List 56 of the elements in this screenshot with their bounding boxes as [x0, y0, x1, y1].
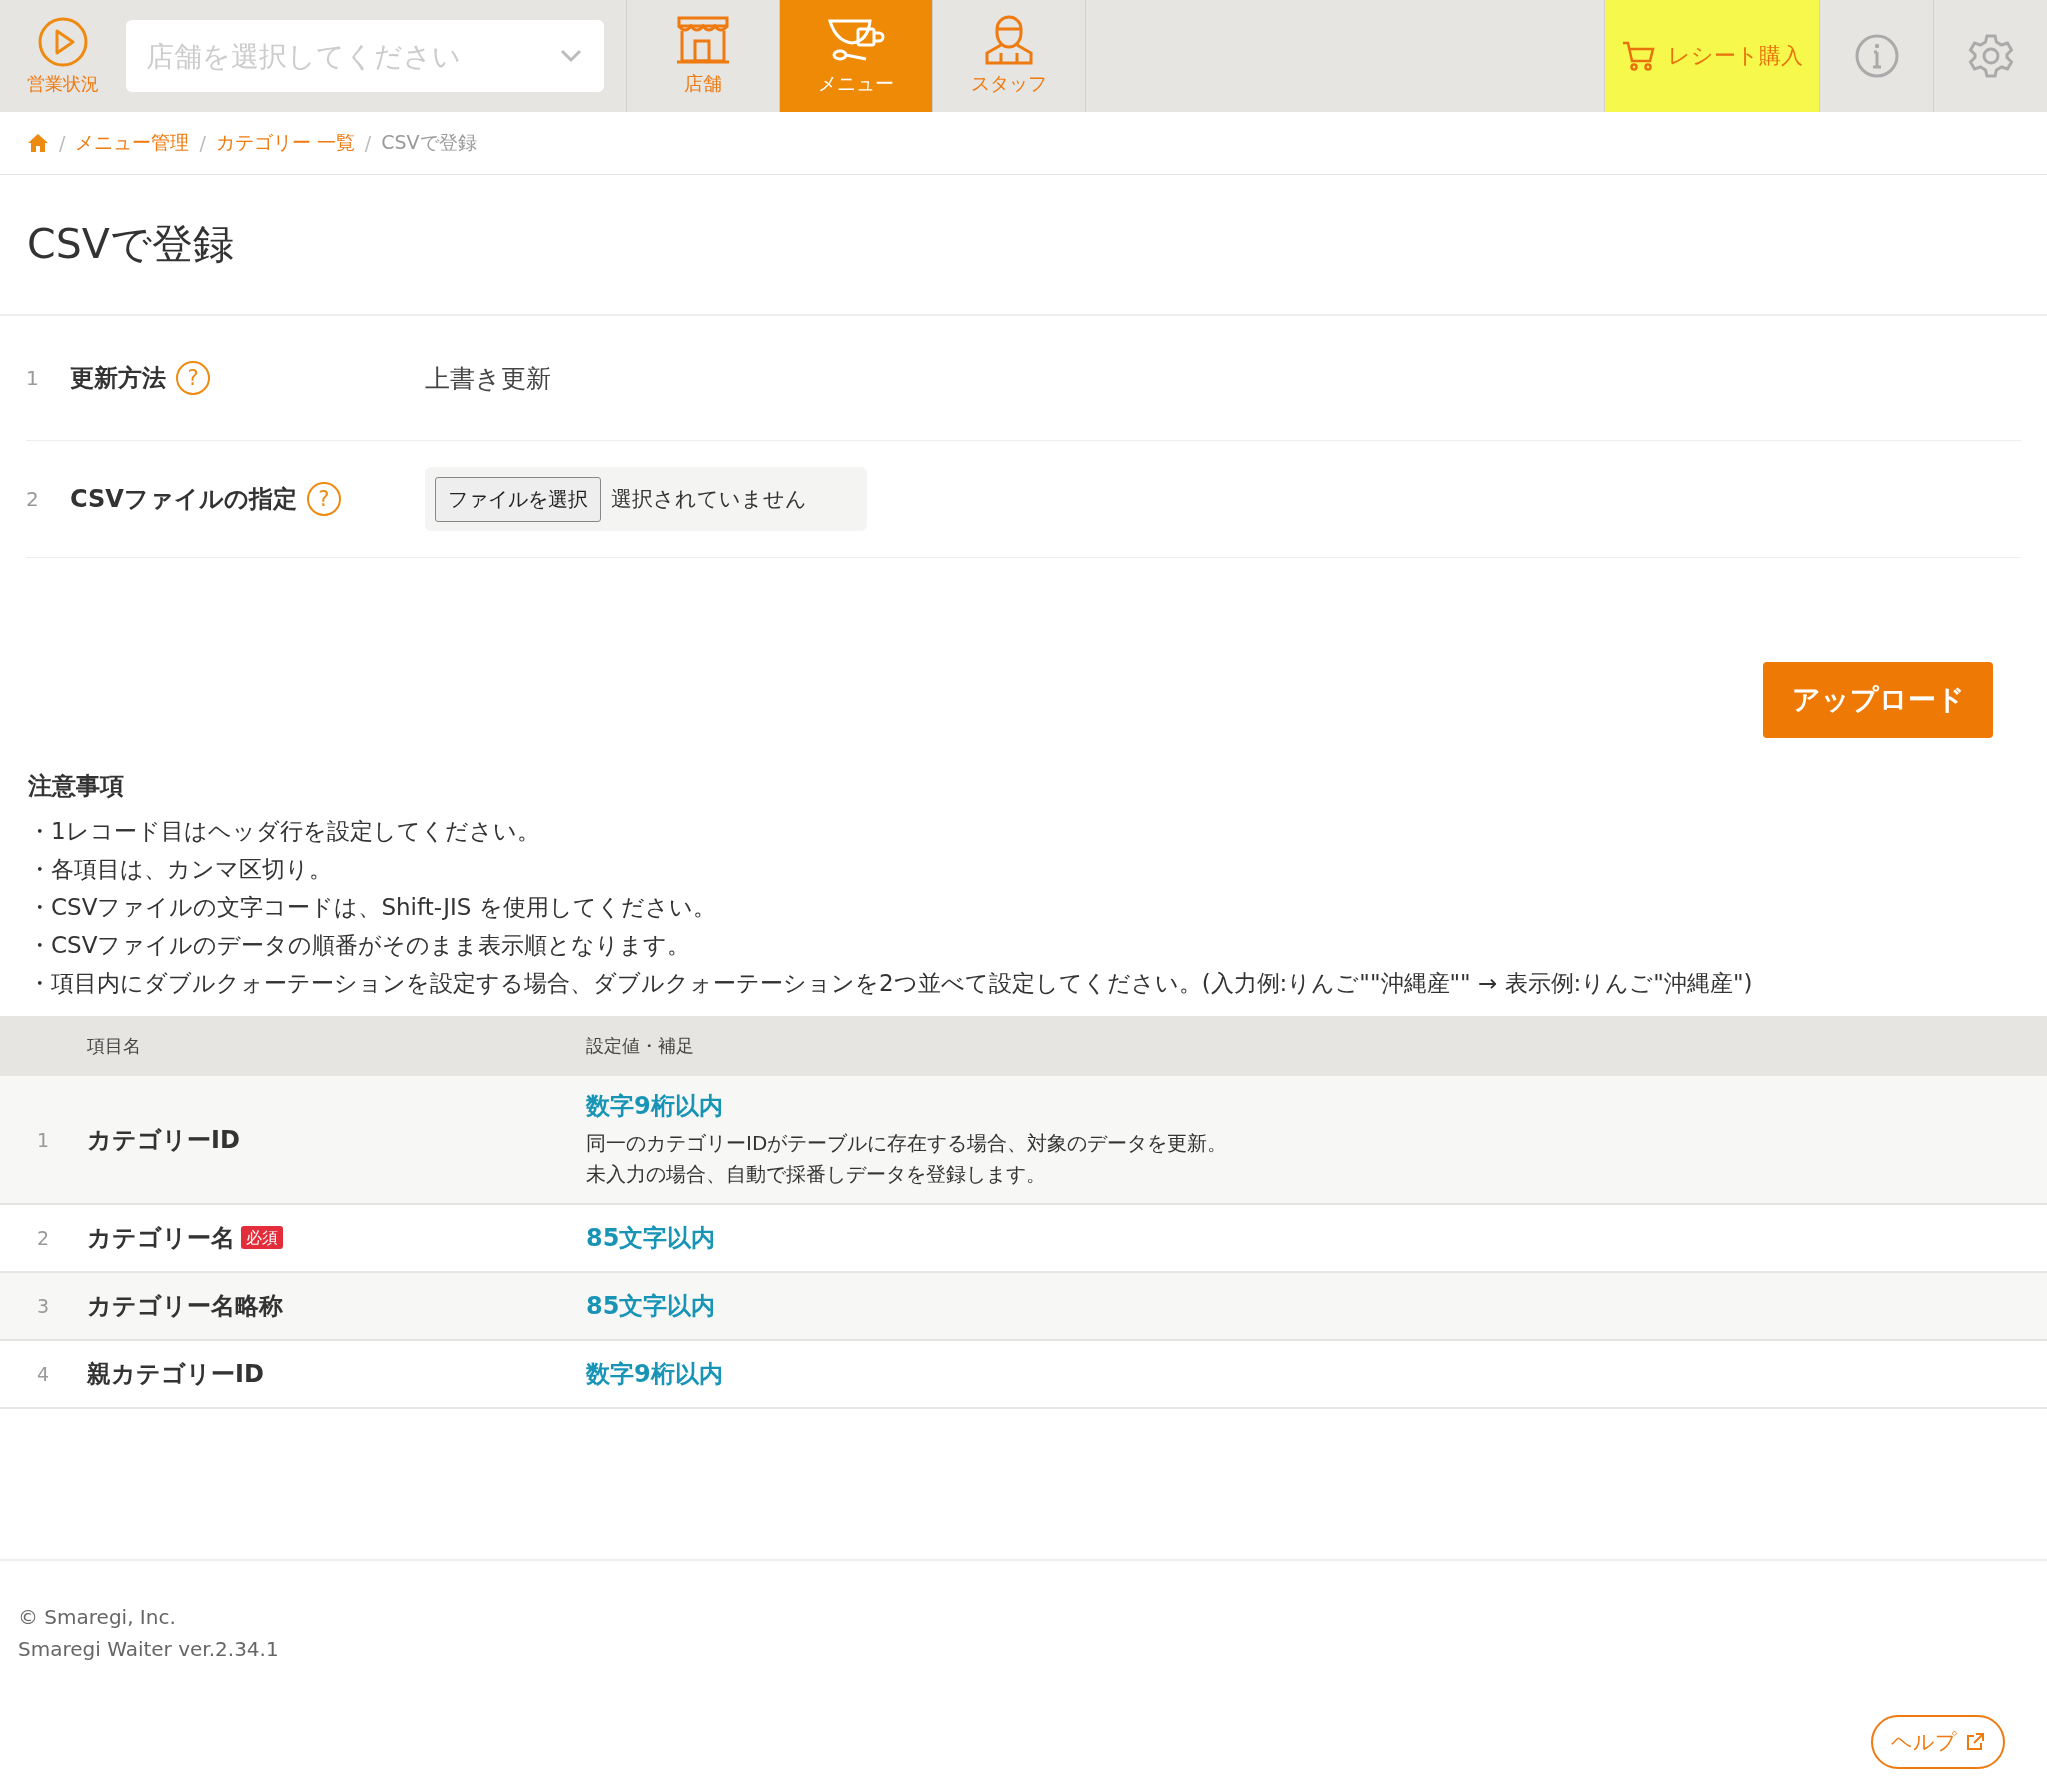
row-number: 4: [0, 1340, 86, 1408]
nav-tab[interactable]: 店舗: [627, 0, 780, 112]
status-button[interactable]: 営業状況: [0, 0, 126, 112]
field-name: カテゴリーID: [87, 1125, 240, 1154]
note-text: ・項目内にダブルクォーテーションを設定する場合、ダブルクォーテーションを2つ並べて設定してください。(入力例:りんご""沖縄産"" → 表示例:りんご"沖縄産"): [28, 969, 1754, 998]
nav-tab[interactable]: スタッフ: [933, 0, 1086, 112]
help-icon[interactable]: ?: [306, 482, 341, 516]
row-number: 1: [26, 366, 40, 390]
info-icon: [1853, 33, 1900, 79]
cart-icon: [1621, 41, 1656, 71]
receipt-purchase-button[interactable]: レシート購入: [1604, 0, 1819, 112]
field-limit: 85文字以内: [586, 1223, 717, 1254]
breadcrumb-link[interactable]: メニュー管理: [75, 130, 190, 156]
notes-heading: 注意事項: [28, 771, 125, 802]
column-header: 設定値・補足: [585, 1016, 2047, 1076]
row-number: 2: [0, 1204, 86, 1272]
help-icon[interactable]: ?: [176, 361, 210, 395]
breadcrumb-separator: /: [59, 132, 66, 154]
row-number: 1: [0, 1076, 86, 1204]
chevron-down-icon: [560, 49, 582, 63]
storefront-icon: [675, 15, 731, 65]
breadcrumb-separator: /: [364, 132, 372, 154]
field-label: 更新方法: [70, 363, 166, 394]
breadcrumb-separator: /: [199, 132, 206, 154]
page-title: CSVで登録: [0, 175, 2047, 316]
play-icon: [37, 16, 89, 68]
file-input-field[interactable]: ファイルを選択 選択されていません: [425, 467, 867, 531]
settings-icon: [1966, 32, 2015, 80]
breadcrumb-current: CSVで登録: [381, 130, 477, 155]
upload-button[interactable]: アップロード: [1763, 662, 1993, 738]
version-text: Smaregi Waiter ver.2.34.1: [18, 1636, 280, 1663]
field-note: 同一のカテゴリーIDがテーブルに存在する場合、対象のデータを更新。: [586, 1129, 1229, 1157]
field-value: 上書き更新: [425, 363, 551, 393]
note-text: ・各項目は、カンマ区切り。: [28, 855, 333, 884]
choose-file-button[interactable]: ファイルを選択: [435, 476, 601, 522]
field-limit: 85文字以内: [586, 1291, 717, 1322]
note-text: ・1レコード目はヘッダ行を設定してください。: [28, 817, 541, 846]
note-text: ・CSVファイルの文字コードは、Shift-JIS を使用してください。: [28, 893, 717, 922]
row-number: 3: [0, 1272, 86, 1340]
external-link-icon: [1965, 1732, 1985, 1752]
note-text: ・CSVファイルのデータの順番がそのまま表示順となります。: [28, 931, 692, 960]
column-header: 項目名: [86, 1016, 585, 1076]
field-name: カテゴリー名略称: [87, 1292, 283, 1320]
field-limit: 数字9桁以内: [586, 1090, 724, 1122]
field-name: カテゴリー名: [87, 1224, 235, 1252]
help-button[interactable]: ヘルプ: [1871, 1715, 2005, 1769]
home-icon[interactable]: [27, 133, 49, 153]
breadcrumb-link[interactable]: カテゴリー 一覧: [215, 130, 355, 156]
field-limit: 数字9桁以内: [586, 1359, 724, 1390]
field-note: 未入力の場合、自動で採番しデータを登録します。: [586, 1160, 1047, 1188]
field-label: CSVファイルの指定: [70, 484, 297, 515]
copyright-text: © Smaregi, Inc.: [18, 1604, 177, 1631]
required-badge: 必須: [241, 1226, 283, 1249]
nav-tab[interactable]: メニュー: [780, 0, 933, 112]
field-name: 親カテゴリーID: [87, 1360, 264, 1388]
row-number: 2: [26, 487, 40, 511]
